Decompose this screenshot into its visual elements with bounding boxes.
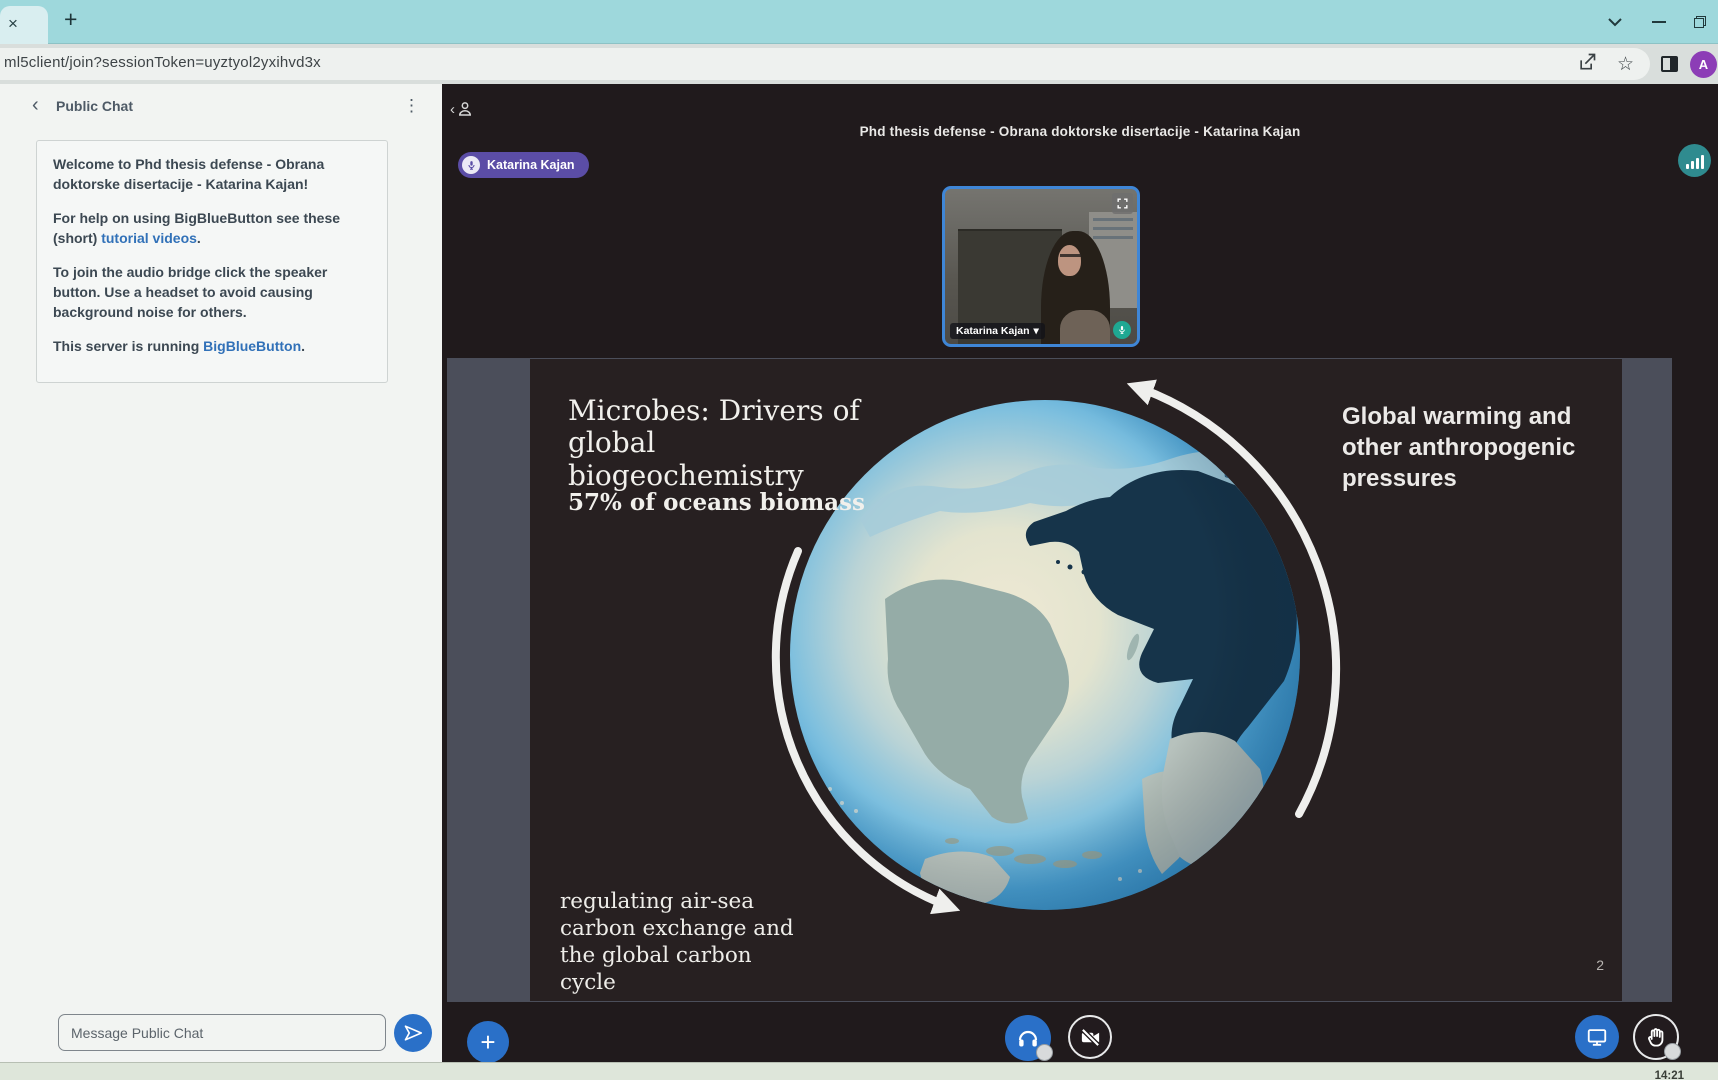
chat-message-server: This server is running BigBlueButton. xyxy=(53,338,306,355)
system-message-box: Welcome to Phd thesis defense - Obrana d… xyxy=(36,140,388,383)
video-person-glasses xyxy=(1060,254,1082,258)
video-person-scarf xyxy=(1060,309,1111,344)
browser-tab-strip: × + xyxy=(0,0,1718,44)
chat-message-welcome: Welcome to Phd thesis defense - Obrana d… xyxy=(53,156,325,192)
slide-bottom-note: regulating air-sea carbon exchange and t… xyxy=(560,889,794,995)
signal-bar-icon xyxy=(1700,155,1704,169)
send-message-button[interactable] xyxy=(394,1014,432,1052)
chevron-left-icon: ‹ xyxy=(450,100,455,118)
taskbar: 14:21 xyxy=(0,1062,1718,1080)
raise-hand-icon xyxy=(1647,1027,1663,1047)
minimize-button[interactable] xyxy=(1652,0,1666,44)
tab-search-icon[interactable] xyxy=(1608,0,1622,44)
webcam-mic-indicator xyxy=(1113,321,1131,339)
chat-message-input[interactable] xyxy=(58,1014,386,1051)
user-icon xyxy=(458,102,472,116)
signal-bar-icon xyxy=(1685,164,1689,169)
browser-tab[interactable]: × xyxy=(0,6,48,44)
slide-heading: Microbes: Drivers of global biogeochemis… xyxy=(568,394,860,492)
whiteboard-area: Microbes: Drivers of global biogeochemis… xyxy=(447,358,1672,1002)
screen-share-icon xyxy=(1587,1029,1607,1046)
hand-options-badge[interactable] xyxy=(1664,1043,1681,1060)
slide-stat: 57% of oceans biomass xyxy=(568,489,865,516)
audio-options-badge[interactable] xyxy=(1036,1044,1053,1061)
profile-avatar[interactable]: A xyxy=(1690,51,1717,78)
browser-toolbar: ml5client/join?sessionToken=uyztyol2yxih… xyxy=(0,44,1718,84)
screen-share-button[interactable] xyxy=(1575,1015,1619,1059)
slide-right-note: Global warming and other anthropogenic p… xyxy=(1342,403,1576,493)
talker-name: Katarina Kajan xyxy=(487,158,575,172)
headphones-icon xyxy=(1018,1030,1038,1047)
users-list-toggle[interactable]: ‹ xyxy=(450,100,474,118)
public-chat-panel: ‹ Public Chat ⋮ Welcome to Phd thesis de… xyxy=(0,84,442,1062)
meeting-stage: ‹ Phd thesis defense - Obrana doktorske … xyxy=(442,84,1718,1062)
tutorial-videos-link[interactable]: tutorial videos xyxy=(101,230,197,246)
fullscreen-icon[interactable] xyxy=(1112,193,1133,214)
chat-header: ‹ Public Chat ⋮ xyxy=(0,84,442,130)
restore-window-button[interactable] xyxy=(1694,0,1706,44)
connection-status-button[interactable] xyxy=(1678,144,1711,177)
chat-options-menu-icon[interactable]: ⋮ xyxy=(403,96,420,116)
signal-bar-icon xyxy=(1690,161,1694,169)
chevron-down-icon: ▾ xyxy=(1033,325,1039,337)
actions-plus-button[interactable]: + xyxy=(467,1021,509,1062)
webcam-name-tag[interactable]: Katarina Kajan ▾ xyxy=(950,323,1045,339)
microphone-icon xyxy=(462,156,480,174)
video-person-face xyxy=(1058,244,1082,276)
presentation-slide[interactable]: Microbes: Drivers of global biogeochemis… xyxy=(530,359,1622,1001)
new-tab-button[interactable]: + xyxy=(64,6,77,33)
camera-off-icon xyxy=(1080,1027,1100,1047)
active-talker-pill[interactable]: Katarina Kajan xyxy=(458,152,589,178)
chat-back-icon[interactable]: ‹ xyxy=(32,94,39,117)
url-bar[interactable]: ml5client/join?sessionToken=uyztyol2yxih… xyxy=(0,48,1650,80)
webcam-share-button[interactable] xyxy=(1068,1015,1112,1059)
bookmark-star-icon[interactable]: ☆ xyxy=(1617,53,1634,77)
taskbar-clock: 14:21 xyxy=(1654,1070,1684,1080)
webcam-video[interactable]: Katarina Kajan ▾ xyxy=(942,186,1140,347)
meeting-title: Phd thesis defense - Obrana doktorske di… xyxy=(859,124,1301,139)
chat-message-help: For help on using BigBlueButton see thes… xyxy=(53,210,341,246)
chat-message-audio: To join the audio bridge click the speak… xyxy=(53,264,328,320)
signal-bar-icon xyxy=(1695,158,1699,169)
slide-page-number: 2 xyxy=(1596,957,1604,973)
url-text: ml5client/join?sessionToken=uyztyol2yxih… xyxy=(4,54,321,71)
share-icon[interactable] xyxy=(1577,52,1597,77)
send-plane-icon xyxy=(404,1025,422,1041)
bigbluebutton-link[interactable]: BigBlueButton xyxy=(203,338,301,354)
sidebar-toggle-icon[interactable] xyxy=(1661,56,1678,72)
tab-close-icon[interactable]: × xyxy=(8,14,18,34)
chat-title: Public Chat xyxy=(56,98,134,114)
screen: × + ml5client/join?sessionToken=uyztyol2… xyxy=(0,0,1718,1080)
